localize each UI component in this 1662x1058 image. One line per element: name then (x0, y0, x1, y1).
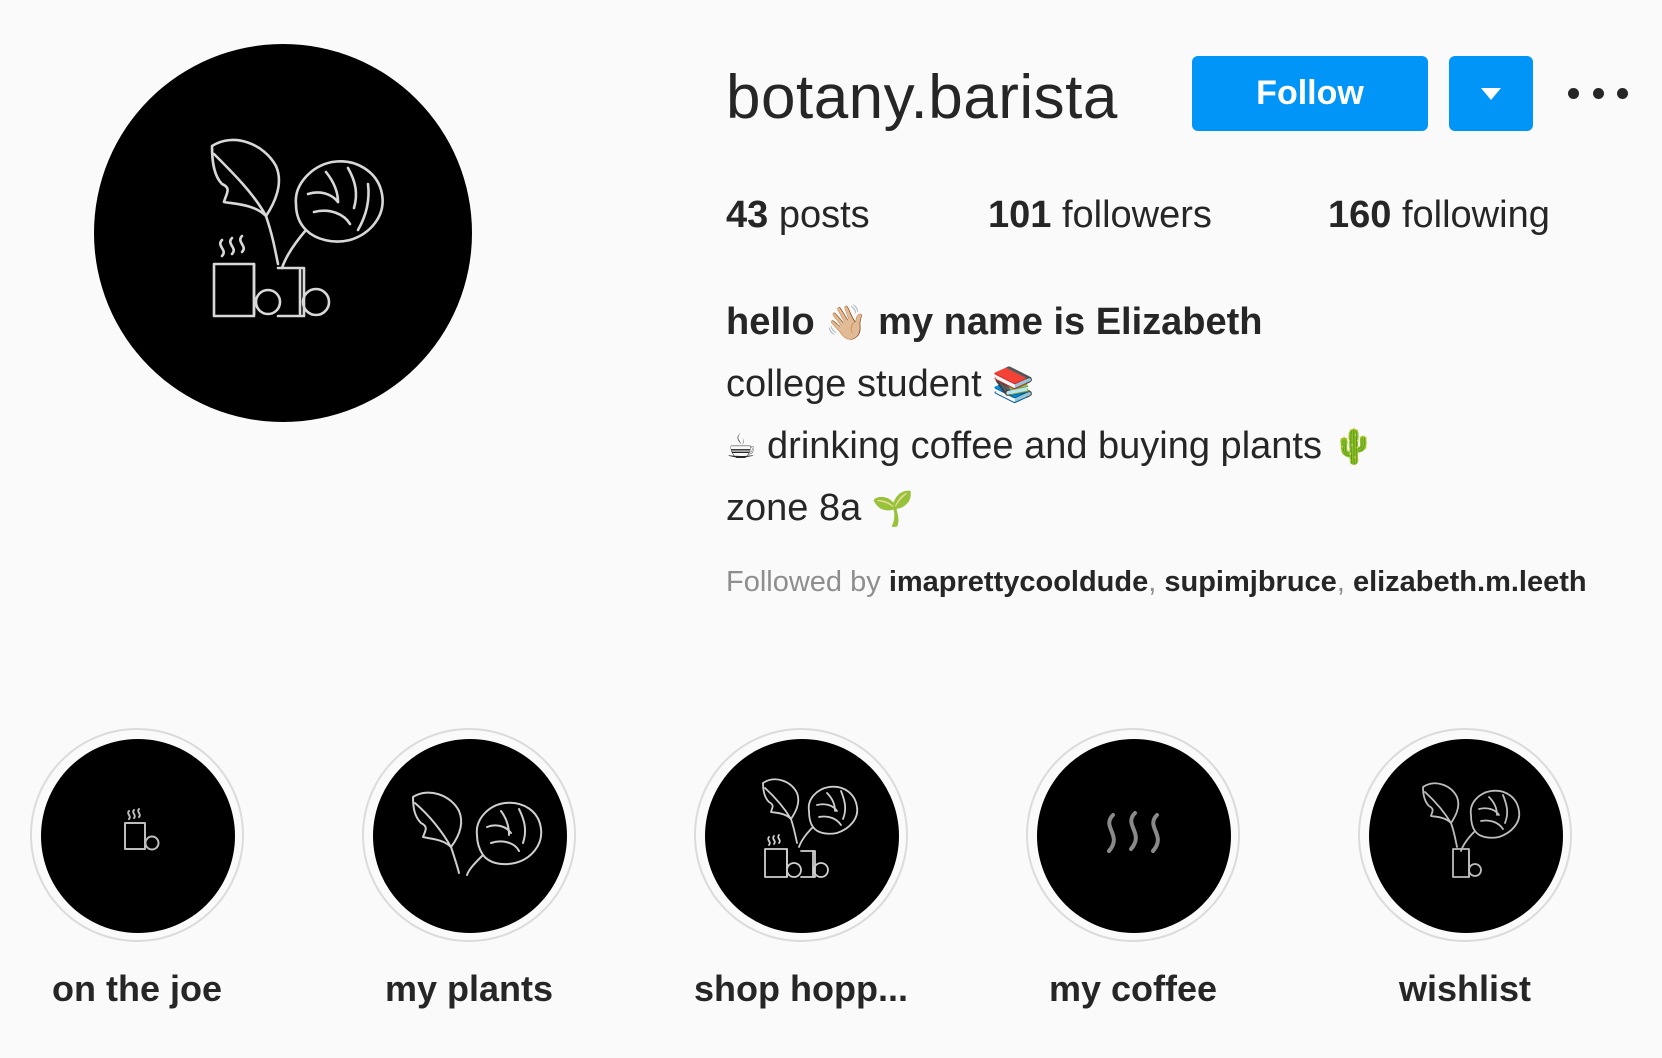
more-options-button[interactable] (1568, 80, 1628, 106)
potted-plant-icon (1422, 782, 1521, 878)
posts-label: posts (778, 194, 870, 236)
more-dots-icon (1568, 87, 1579, 99)
steam-icon (1107, 811, 1160, 853)
posts-count: 43 (726, 194, 769, 236)
bio-line-4: zone 8a 🌱 (726, 478, 1375, 540)
highlight-label: on the joe (52, 968, 222, 1009)
suggested-accounts-dropdown-button[interactable] (1449, 56, 1533, 131)
followed-by[interactable]: Followed by imaprettycooldude, supimjbru… (726, 562, 1662, 602)
highlight-ring (30, 728, 244, 942)
more-dot (1592, 87, 1604, 99)
followed-by-prefix: Followed by (726, 566, 881, 598)
following-count: 160 (1328, 194, 1392, 236)
plant-coffee-logo-icon (762, 778, 859, 878)
highlight-ring (1358, 728, 1572, 942)
followed-by-user[interactable]: imaprettycooldude (889, 566, 1148, 598)
profile-avatar[interactable] (94, 44, 472, 422)
followed-by-sep: , (1336, 566, 1345, 598)
highlight-cover (705, 739, 899, 933)
coffee-cup-icon (124, 808, 160, 851)
books-icon: 📚 (992, 365, 1035, 405)
highlight-label: my coffee (1048, 968, 1218, 1009)
highlight-ring (1026, 728, 1240, 942)
profile-page: botany.barista Follow 43 posts 101 follo… (0, 0, 1662, 1058)
plant-leaves-icon (412, 791, 543, 876)
highlight-cover (373, 739, 567, 933)
followers-count: 101 (988, 194, 1052, 236)
plant-coffee-logo-icon (210, 138, 384, 318)
bio-line-2-text: college student (726, 363, 982, 405)
following-stat[interactable]: 160 following (1328, 190, 1550, 240)
seedling-icon: 🌱 (871, 489, 915, 529)
followed-by-user[interactable]: elizabeth.m.leeth (1353, 566, 1587, 598)
waving-hand-icon: 👋🏼 (825, 303, 868, 343)
highlight-cover (41, 739, 235, 933)
highlight-label: my plants (384, 968, 554, 1009)
caret-down-icon (1481, 87, 1501, 100)
bio-line-2: college student 📚 (726, 354, 1375, 416)
followed-by-user[interactable]: supimjbruce (1164, 566, 1336, 598)
cactus-icon: 🌵 (1332, 427, 1375, 467)
profile-bio: hello 👋🏼 my name is Elizabeth college st… (726, 292, 1375, 540)
highlight-label: wishlist (1398, 968, 1532, 1009)
bio-name-a: hello (726, 301, 815, 343)
followed-by-sep: , (1148, 566, 1157, 598)
following-label: following (1401, 194, 1550, 236)
highlight-cover (1037, 739, 1231, 933)
more-dot (1617, 87, 1628, 99)
followers-label: followers (1061, 194, 1212, 236)
bio-name-b: my name is Elizabeth (878, 301, 1263, 343)
profile-username: botany.barista (726, 63, 1118, 132)
highlight-ring (694, 728, 908, 942)
bio-line-4-text: zone 8a (726, 487, 862, 529)
bio-line-1: hello 👋🏼 my name is Elizabeth (726, 292, 1375, 354)
follow-button[interactable]: Follow (1192, 56, 1428, 131)
highlight-label: shop hopp... (694, 968, 908, 1009)
bio-line-3: ☕ drinking coffee and buying plants 🌵 (726, 416, 1375, 478)
highlight-cover (1369, 739, 1563, 933)
highlight-ring (362, 728, 576, 942)
followers-stat[interactable]: 101 followers (988, 190, 1212, 240)
coffee-icon: ☕ (726, 427, 757, 467)
posts-stat: 43 posts (726, 190, 870, 240)
bio-line-3-text: drinking coffee and buying plants (767, 425, 1322, 467)
